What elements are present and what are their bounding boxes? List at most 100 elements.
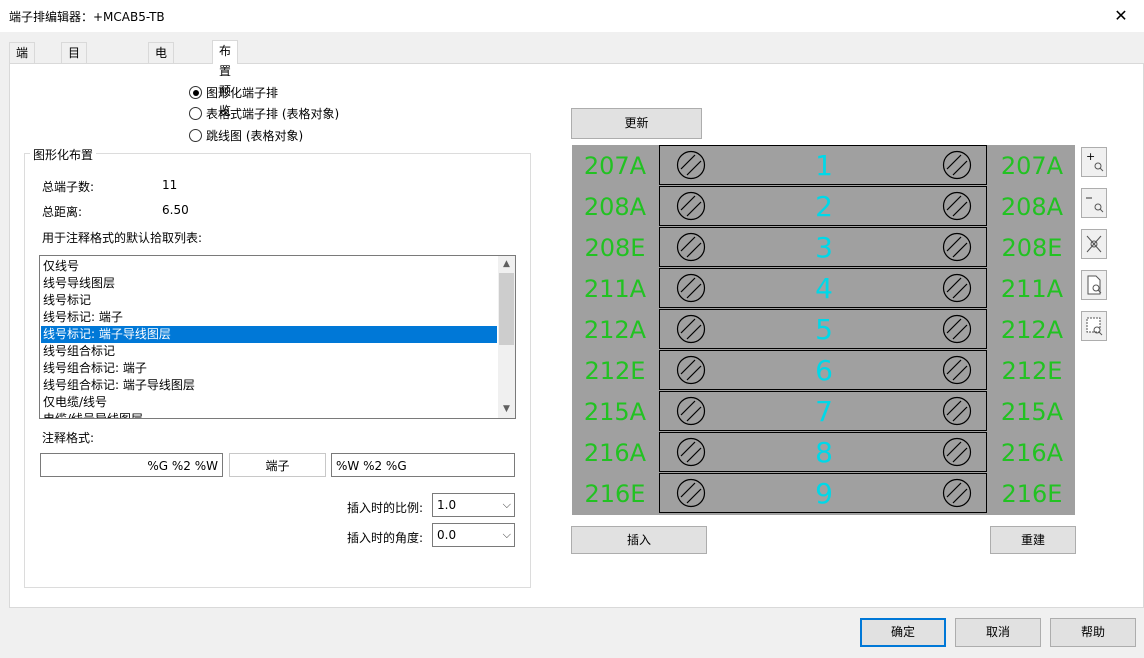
zoom-extents-button[interactable] [1081, 229, 1107, 259]
scroll-down-icon[interactable]: ▼ [498, 401, 515, 418]
scroll-up-icon[interactable]: ▲ [498, 256, 515, 273]
insert-scale-combo[interactable]: 1.0 ⌵ [432, 493, 515, 517]
window-title: 端子排编辑器：+MCAB5-TB [9, 10, 165, 24]
screw-icon [942, 478, 972, 508]
screw-icon [676, 191, 706, 221]
list-item[interactable]: 线号组合标记: 端子 [43, 360, 147, 377]
terminal-number: 7 [815, 395, 833, 428]
screw-icon [942, 191, 972, 221]
chevron-down-icon: ⌵ [502, 498, 511, 511]
terminal-number: 3 [815, 231, 833, 264]
screw-icon [942, 437, 972, 467]
tab-terminal-strip[interactable]: 端子排 [9, 42, 36, 100]
radio-table-strip[interactable]: 表格式端子排 (表格对象) [189, 105, 339, 122]
annotation-middle-field: 端子 [229, 453, 326, 477]
list-item[interactable]: 线号组合标记 [43, 343, 115, 360]
ok-button[interactable]: 确定 [860, 618, 946, 647]
terminal-row[interactable]: 2 [659, 186, 987, 226]
cancel-button[interactable]: 取消 [955, 618, 1041, 647]
annotation-left-field[interactable]: %G %2 %W [40, 453, 223, 477]
wire-label-left: 216E [584, 480, 646, 508]
screw-icon [676, 437, 706, 467]
annotation-format-label: 注释格式: [42, 431, 95, 445]
scroll-thumb[interactable] [499, 273, 514, 345]
list-item[interactable]: 仅电缆/线号 [43, 394, 107, 411]
screw-icon [676, 396, 706, 426]
insert-scale-label: 插入时的比例: [347, 501, 424, 515]
wire-label-left: 207A [583, 152, 647, 180]
terminal-number: 8 [815, 436, 833, 469]
list-item[interactable]: 电缆/线号导线图层 [43, 411, 143, 418]
tab-layout-preview[interactable]: 布置预览 [212, 40, 239, 118]
wire-label-left: 208A [583, 193, 647, 221]
close-icon: ✕ [1114, 6, 1128, 25]
list-item[interactable]: 线号导线图层 [43, 275, 115, 292]
wire-label-right: 212E [1001, 357, 1063, 385]
wire-label-right: 208E [1001, 234, 1063, 262]
total-distance-label: 总距离: [42, 205, 83, 219]
wire-label-right: 208A [1000, 193, 1064, 221]
list-scrollbar[interactable]: ▲ ▼ [498, 256, 515, 418]
terminal-row[interactable]: 5 [659, 309, 987, 349]
chevron-down-icon: ⌵ [502, 528, 511, 541]
zoom-window-icon [1086, 317, 1103, 336]
screw-icon [942, 314, 972, 344]
wire-label-right: 215A [1000, 398, 1064, 426]
list-item[interactable]: 仅线号 [43, 258, 79, 275]
title-bar: 端子排编辑器：+MCAB5-TB ✕ [0, 0, 1144, 32]
close-button[interactable]: ✕ [1098, 0, 1144, 32]
total-terminals-label: 总端子数: [42, 180, 95, 194]
help-button[interactable]: 帮助 [1050, 618, 1136, 647]
list-item[interactable]: 线号标记: 端子 [43, 309, 123, 326]
annotation-right-field[interactable]: %W %2 %G [331, 453, 515, 477]
radio-checked-icon [189, 86, 202, 99]
screw-icon [942, 150, 972, 180]
group-title: 图形化布置 [30, 146, 97, 163]
pick-list-label: 用于注释格式的默认拾取列表: [42, 231, 203, 245]
radio-graphic-strip[interactable]: 图形化端子排 [189, 84, 278, 101]
wire-label-left: 208E [584, 234, 646, 262]
zoom-in-icon: + [1086, 150, 1104, 172]
wire-label-right: 212A [1000, 316, 1064, 344]
wire-label-right: 211A [1000, 275, 1064, 303]
zoom-page-button[interactable] [1081, 270, 1107, 300]
wire-label-left: 216A [583, 439, 647, 467]
terminal-row[interactable]: 9 [659, 473, 987, 513]
terminal-number: 4 [815, 272, 833, 305]
refresh-button[interactable]: 更新 [571, 108, 702, 139]
zoom-window-button[interactable] [1081, 311, 1107, 341]
tab-catalog-assignment[interactable]: 目录代号指定 [61, 42, 88, 160]
terminal-row[interactable]: 3 [659, 227, 987, 267]
terminal-rail: 1 2 3 4 5 6 7 8 9 [659, 145, 987, 515]
screw-icon [676, 273, 706, 303]
rebuild-button[interactable]: 重建 [990, 526, 1076, 554]
terminal-row[interactable]: 6 [659, 350, 987, 390]
insert-angle-combo[interactable]: 0.0 ⌵ [432, 523, 515, 547]
list-item-selected[interactable]: 线号标记: 端子导线图层 [41, 326, 497, 343]
list-item[interactable]: 线号标记 [43, 292, 91, 309]
tab-cable-info[interactable]: 电缆信息 [148, 42, 175, 120]
terminal-row[interactable]: 4 [659, 268, 987, 308]
wire-label-right: 207A [1000, 152, 1064, 180]
wire-label-left: 212E [584, 357, 646, 385]
zoom-out-button[interactable] [1081, 188, 1107, 218]
wire-label-right: 216A [1000, 439, 1064, 467]
zoom-in-button[interactable]: + [1081, 147, 1107, 177]
screw-icon [676, 355, 706, 385]
terminal-row[interactable]: 1 [659, 145, 987, 185]
terminal-strip-preview: 1 2 3 4 5 6 7 8 9 207A 208A 208E 211A 212A 212E 215A 21… [572, 145, 1075, 515]
terminal-row[interactable]: 7 [659, 391, 987, 431]
list-item[interactable]: 线号组合标记: 端子导线图层 [43, 377, 195, 394]
radio-jumper-chart[interactable]: 跳线图 (表格对象) [189, 127, 303, 144]
screw-icon [942, 273, 972, 303]
terminal-number: 1 [815, 149, 833, 182]
insert-angle-label: 插入时的角度: [347, 531, 424, 545]
screw-icon [942, 232, 972, 262]
zoom-extents-icon [1086, 235, 1102, 253]
terminal-number: 6 [815, 354, 833, 387]
radio-unchecked-icon [189, 129, 202, 142]
insert-button[interactable]: 插入 [571, 526, 707, 554]
zoom-out-icon [1086, 197, 1104, 213]
pick-list[interactable]: 仅线号 线号导线图层 线号标记 线号标记: 端子 线号标记: 端子导线图层 线号… [39, 255, 516, 419]
terminal-row[interactable]: 8 [659, 432, 987, 472]
